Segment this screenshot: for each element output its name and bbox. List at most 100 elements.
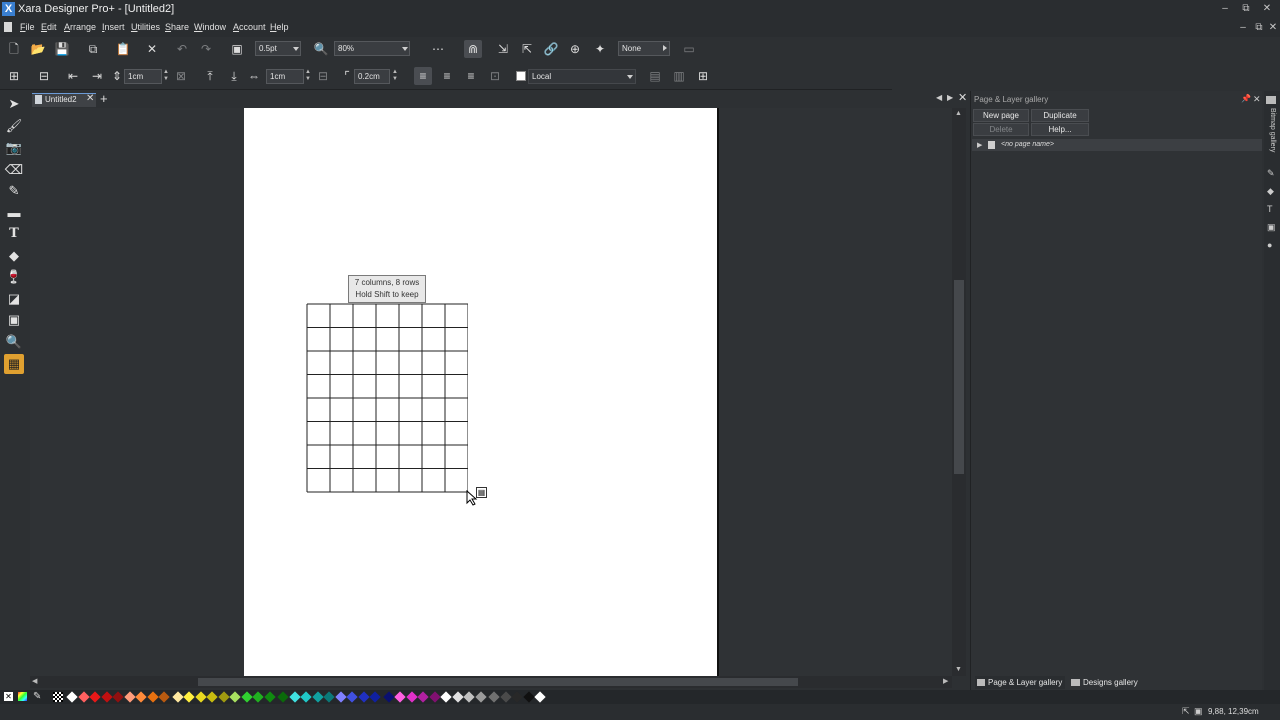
menu-arrange[interactable]: Arrange [64, 22, 96, 32]
fill-color-swatch[interactable] [516, 71, 526, 81]
delete-icon[interactable]: ✕ [143, 40, 161, 58]
insert-table-icon[interactable]: ⊞ [5, 67, 23, 85]
transform-icon[interactable]: ▣ [228, 40, 246, 58]
mould-tool-icon[interactable]: ▣ [4, 310, 24, 330]
restore-button[interactable]: ⧉ [1237, 2, 1255, 16]
vertical-scroll-thumb[interactable] [954, 280, 964, 474]
table-grid-icon[interactable]: ⊞ [694, 67, 712, 85]
colour-gallery-icon[interactable]: ● [1267, 240, 1272, 250]
scroll-tabs-right-icon[interactable]: ▶ [947, 93, 953, 102]
duplicate-button[interactable]: Duplicate [1031, 109, 1089, 122]
insert-column-right-icon[interactable]: ⇥ [88, 67, 106, 85]
photo-tool-icon[interactable]: 📷 [4, 138, 24, 158]
line-gallery-icon[interactable]: ✎ [1267, 168, 1275, 179]
brush-tool-icon[interactable]: 🖌 [4, 116, 24, 136]
rectangle-tool-icon[interactable]: ▬ [4, 203, 24, 223]
column-width-field[interactable]: 1cm [266, 69, 304, 84]
scroll-up-icon[interactable]: ▲ [955, 110, 962, 117]
scroll-left-icon[interactable]: ◀ [32, 677, 37, 685]
tab-page-layer-gallery[interactable]: Page & Layer gallery [975, 676, 1065, 689]
fill-tool-icon[interactable]: ◆ [4, 246, 24, 266]
merge-cells-icon[interactable]: ▤ [646, 67, 664, 85]
horizontal-scroll-thumb[interactable] [198, 678, 798, 686]
menu-window[interactable]: Window [194, 22, 226, 32]
table-being-drawn[interactable] [306, 303, 468, 493]
export-icon[interactable]: ⇲ [494, 40, 512, 58]
expand-chevron-icon[interactable]: ▶ [977, 141, 982, 149]
new-document-icon[interactable]: 🗋 [5, 40, 23, 58]
column-width-spinner[interactable]: ▲ ▼ [305, 69, 311, 83]
scroll-right-icon[interactable]: ▶ [943, 677, 948, 685]
menu-utilities[interactable]: Utilities [131, 22, 160, 32]
menu-edit[interactable]: Edit [41, 22, 57, 32]
undo-icon[interactable]: ↶ [173, 40, 191, 58]
menu-share[interactable]: Share [165, 22, 189, 32]
copy-icon[interactable]: ⧉ [84, 40, 102, 58]
insert-column-left-icon[interactable]: ⇤ [64, 67, 82, 85]
bitmap-gallery-tab[interactable]: Bitmap gallery [1266, 108, 1276, 160]
redo-icon[interactable]: ↷ [197, 40, 215, 58]
open-folder-icon[interactable]: 📂 [29, 40, 47, 58]
close-gallery-icon[interactable]: ✕ [1253, 94, 1261, 105]
color-editor-icon[interactable] [18, 692, 27, 701]
delete-button[interactable]: Delete [973, 123, 1029, 136]
cell-padding-field[interactable]: 0.2cm [354, 69, 390, 84]
table-format-icon[interactable]: ⊟ [35, 67, 53, 85]
zoom-icon[interactable]: 🔍 [312, 40, 330, 58]
save-icon[interactable]: 💾 [53, 40, 71, 58]
web-icon[interactable]: ⊕ [566, 40, 584, 58]
selector-tool-icon[interactable]: ➤ [4, 94, 24, 114]
clipart-gallery-icon[interactable]: ▣ [1267, 222, 1276, 233]
new-tab-button[interactable]: + [100, 91, 108, 106]
insert-row-above-icon[interactable]: ⤒ [201, 67, 219, 85]
transparent-swatch[interactable] [53, 692, 63, 702]
zoom-select[interactable]: 80% [334, 41, 410, 56]
ruler-icon[interactable]: ⋯ [425, 40, 451, 58]
align-justify-icon[interactable]: ⊡ [486, 67, 504, 85]
menu-file[interactable]: File [20, 22, 35, 32]
close-document-icon[interactable]: ✕ [958, 91, 967, 104]
help-button[interactable]: Help... [1031, 123, 1089, 136]
scroll-tabs-left-icon[interactable]: ◀ [936, 93, 942, 102]
close-button[interactable]: ✕ [1258, 2, 1276, 16]
bitmap-gallery-icon[interactable] [1266, 96, 1276, 104]
table-tool-icon[interactable]: ▦ [4, 354, 24, 374]
menu-insert[interactable]: Insert [102, 22, 125, 32]
pin-icon[interactable]: 📌 [1241, 94, 1251, 103]
style-select[interactable]: Local [528, 69, 636, 84]
delete-column-icon[interactable]: ⊠ [172, 67, 190, 85]
zoom-tool-icon[interactable]: 🔍 [4, 332, 24, 352]
cell-padding-spinner[interactable]: ▲ ▼ [392, 69, 398, 83]
transparency-tool-icon[interactable]: 🍷 [4, 267, 24, 287]
text-tool-icon[interactable]: T [4, 224, 24, 244]
doc-close-button[interactable]: ✕ [1264, 21, 1280, 35]
pen-tool-icon[interactable]: ✎ [4, 181, 24, 201]
row-height-field[interactable]: 1cm [124, 69, 162, 84]
no-color-icon[interactable]: ✕ [4, 692, 13, 701]
eraser-tool-icon[interactable]: ⌫ [4, 160, 24, 180]
color-picker-icon[interactable]: ✎ [33, 691, 41, 702]
fill-gallery-icon[interactable]: ◆ [1267, 186, 1274, 197]
align-left-icon[interactable]: ≡ [414, 67, 432, 85]
import-icon[interactable]: ⇱ [518, 40, 536, 58]
minimize-button[interactable]: – [1216, 2, 1234, 16]
link-icon[interactable]: 🔗 [542, 40, 560, 58]
close-tab-icon[interactable]: ✕ [86, 93, 94, 104]
shadow-tool-icon[interactable]: ◪ [4, 289, 24, 309]
panel-toggle-icon[interactable]: ▭ [680, 40, 698, 58]
document-icon[interactable] [4, 22, 12, 32]
font-gallery-icon[interactable]: T [1267, 204, 1273, 214]
align-center-icon[interactable]: ≡ [438, 67, 456, 85]
tab-designs-gallery[interactable]: Designs gallery [1068, 676, 1148, 689]
align-right-icon[interactable]: ≡ [462, 67, 480, 85]
paste-icon[interactable]: 📋 [114, 40, 132, 58]
delete-row-icon[interactable]: ⊟ [314, 67, 332, 85]
menu-help[interactable]: Help [270, 22, 289, 32]
scroll-down-icon[interactable]: ▼ [955, 666, 962, 673]
new-page-button[interactable]: New page [973, 109, 1029, 122]
insert-row-below-icon[interactable]: ⤓ [225, 67, 243, 85]
snap-magnet-icon[interactable]: ⋒ [464, 40, 482, 58]
split-cells-icon[interactable]: ▥ [670, 67, 688, 85]
effects-icon[interactable]: ✦ [591, 40, 609, 58]
menu-account[interactable]: Account [233, 22, 266, 32]
